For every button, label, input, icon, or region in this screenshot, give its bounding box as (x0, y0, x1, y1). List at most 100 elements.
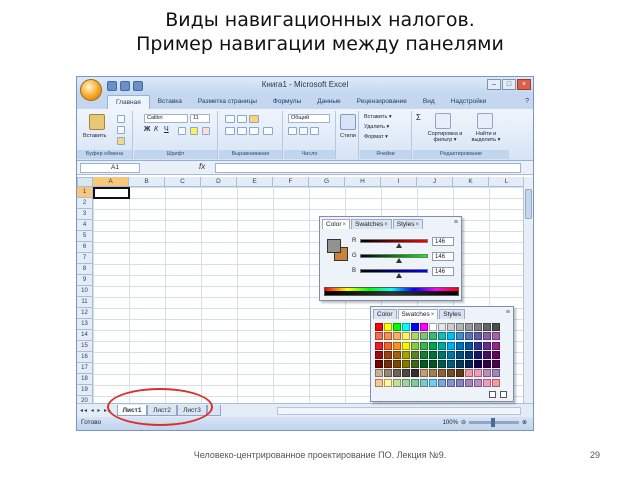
color-swatch[interactable] (420, 350, 428, 359)
row-header[interactable]: 14 (77, 330, 93, 341)
row-header[interactable]: 3 (77, 209, 93, 220)
color-swatch[interactable] (393, 360, 401, 369)
borders-icon[interactable] (178, 127, 186, 135)
row-header[interactable]: 18 (77, 374, 93, 385)
row-header[interactable]: 19 (77, 385, 93, 396)
insert-cells-button[interactable]: Вставить ▾ (364, 114, 392, 120)
color-swatch[interactable] (375, 341, 383, 350)
color-swatch[interactable] (438, 360, 446, 369)
color-swatch[interactable] (483, 332, 491, 341)
tab-insert[interactable]: Вставка (150, 95, 190, 109)
color-swatch[interactable] (438, 369, 446, 378)
font-color-icon[interactable] (202, 127, 210, 135)
color-swatch[interactable] (447, 378, 455, 387)
color-swatch[interactable] (411, 332, 419, 341)
row-header[interactable]: 15 (77, 341, 93, 352)
color-swatch[interactable] (393, 323, 401, 331)
color-swatch[interactable] (492, 332, 500, 341)
delete-swatch-icon[interactable] (500, 391, 507, 398)
italic-icon[interactable]: К (154, 126, 158, 133)
close-button[interactable]: × (517, 79, 531, 90)
align-middle-icon[interactable] (237, 115, 247, 123)
channel-slider-handle[interactable] (395, 273, 402, 278)
column-header[interactable]: H (345, 177, 381, 187)
tab-page-layout[interactable]: Разметка страницы (190, 95, 265, 109)
color-swatch[interactable] (429, 360, 437, 369)
zoom-out-icon[interactable]: ⊖ (461, 419, 466, 426)
select-all-corner[interactable] (77, 177, 93, 187)
align-right-icon[interactable] (249, 127, 259, 135)
color-swatch[interactable] (465, 341, 473, 350)
color-swatch[interactable] (474, 350, 482, 359)
color-swatch[interactable] (438, 323, 446, 331)
color-swatch[interactable] (429, 378, 437, 387)
vertical-scrollbar[interactable] (523, 177, 533, 403)
row-header[interactable]: 1 (77, 187, 93, 198)
color-swatch[interactable] (474, 378, 482, 387)
color-swatch[interactable] (492, 369, 500, 378)
color-swatch[interactable] (456, 360, 464, 369)
row-header[interactable]: 13 (77, 319, 93, 330)
color-swatch[interactable] (384, 360, 392, 369)
color-swatch[interactable] (384, 369, 392, 378)
column-header[interactable]: A (93, 177, 129, 187)
column-header[interactable]: B (129, 177, 165, 187)
bold-icon[interactable]: Ж (144, 126, 150, 133)
color-swatch[interactable] (375, 350, 383, 359)
tab-review[interactable]: Рецензирование (349, 95, 415, 109)
color-swatch[interactable] (393, 378, 401, 387)
row-header[interactable]: 6 (77, 242, 93, 253)
tab-view[interactable]: Вид (415, 95, 443, 109)
color-swatch[interactable] (393, 350, 401, 359)
color-swatch[interactable] (402, 341, 410, 350)
color-swatch[interactable] (375, 378, 383, 387)
thousands-icon[interactable] (310, 127, 319, 135)
row-header[interactable]: 7 (77, 253, 93, 264)
color-swatch[interactable] (483, 323, 491, 331)
color-swatch[interactable] (483, 369, 491, 378)
tab-styles[interactable]: Styles× (392, 219, 423, 229)
color-swatch[interactable] (447, 360, 455, 369)
color-swatch[interactable] (447, 369, 455, 378)
color-swatch[interactable] (483, 378, 491, 387)
color-swatch[interactable] (420, 360, 428, 369)
row-header[interactable]: 17 (77, 363, 93, 374)
column-header[interactable]: L (489, 177, 525, 187)
tab-formulas[interactable]: Формулы (265, 95, 309, 109)
color-swatch[interactable] (393, 332, 401, 341)
color-swatch[interactable] (465, 323, 473, 331)
channel-slider-g[interactable] (360, 254, 428, 258)
color-swatch[interactable] (402, 369, 410, 378)
merge-icon[interactable] (263, 127, 273, 135)
column-header[interactable]: F (273, 177, 309, 187)
color-swatch[interactable] (447, 332, 455, 341)
color-swatch[interactable] (402, 350, 410, 359)
column-header[interactable]: G (309, 177, 345, 187)
align-top-icon[interactable] (225, 115, 235, 123)
row-header[interactable]: 12 (77, 308, 93, 319)
help-icon[interactable]: ? (525, 98, 529, 105)
copy-icon[interactable] (117, 126, 125, 134)
color-swatch[interactable] (402, 332, 410, 341)
name-box[interactable]: A1 (80, 163, 140, 173)
color-swatch[interactable] (420, 332, 428, 341)
tab-styles[interactable]: Styles (439, 309, 465, 319)
color-swatch[interactable] (474, 360, 482, 369)
tab-swatches[interactable]: Swatches× (397, 309, 439, 319)
color-swatch[interactable] (384, 341, 392, 350)
format-cells-button[interactable]: Формат ▾ (364, 134, 388, 140)
new-swatch-icon[interactable] (489, 391, 496, 398)
color-swatch[interactable] (492, 378, 500, 387)
tab-swatches[interactable]: Swatches× (351, 219, 392, 229)
color-swatch[interactable] (456, 369, 464, 378)
color-swatch[interactable] (420, 341, 428, 350)
paste-icon[interactable] (89, 114, 105, 130)
color-swatch[interactable] (456, 350, 464, 359)
column-header[interactable]: I (381, 177, 417, 187)
font-size-select[interactable]: 11 (190, 114, 210, 123)
color-swatch[interactable] (465, 369, 473, 378)
color-swatch[interactable] (438, 378, 446, 387)
cut-icon[interactable] (117, 115, 125, 123)
row-header[interactable]: 2 (77, 198, 93, 209)
color-swatch[interactable] (420, 323, 428, 331)
